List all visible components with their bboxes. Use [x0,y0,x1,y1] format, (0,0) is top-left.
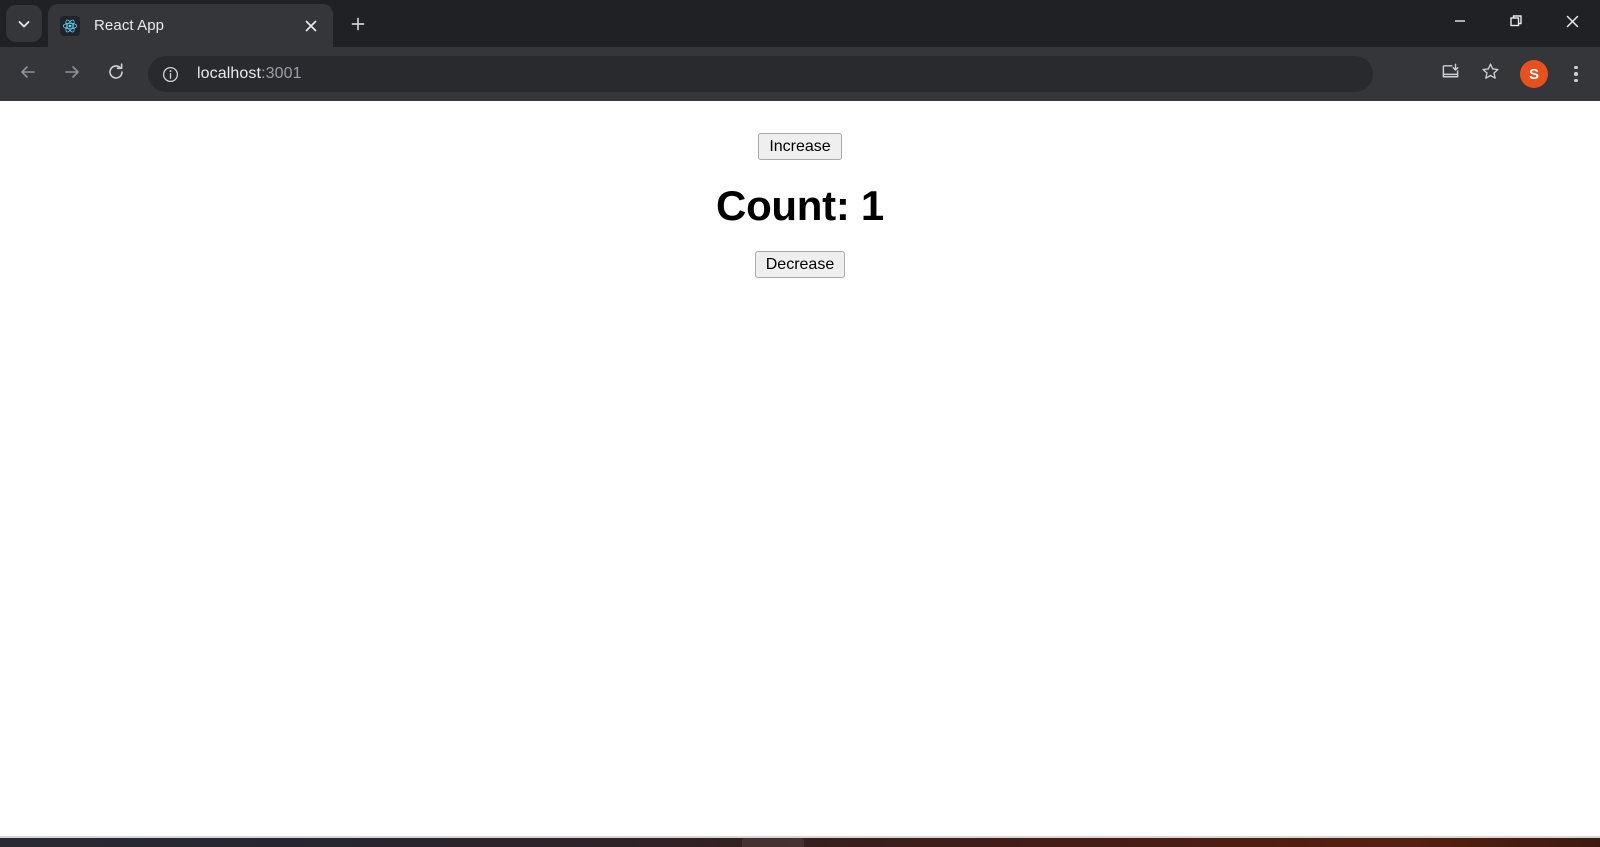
plus-icon [350,16,366,37]
minimize-icon [1453,14,1467,33]
os-taskbar [0,838,1600,847]
address-bar-text: localhost:3001 [197,65,302,83]
tab-close-button[interactable] [299,14,323,38]
close-icon [1565,14,1580,34]
minimize-button[interactable] [1432,0,1488,47]
tab-title: React App [94,17,165,34]
url-host: localhost [197,65,262,82]
address-bar[interactable]: localhost:3001 [148,56,1373,92]
close-button[interactable] [1544,0,1600,47]
arrow-left-icon [18,62,38,87]
decrease-button[interactable]: Decrease [754,251,846,278]
three-dot-menu-icon[interactable] [1560,56,1592,92]
reload-button[interactable] [98,56,134,92]
count-heading: Count: 1 [716,182,884,229]
chevron-down-icon [16,16,32,32]
back-button[interactable] [10,56,46,92]
restore-button[interactable] [1488,0,1544,47]
new-tab-button[interactable] [344,12,372,40]
forward-button[interactable] [54,56,90,92]
install-app-button[interactable] [1432,56,1468,92]
reload-icon [106,62,126,87]
window-controls [1432,0,1600,47]
increase-button[interactable]: Increase [758,133,842,160]
browser-toolbar: localhost:3001 S [0,47,1600,101]
star-icon [1481,62,1500,86]
restore-icon [1509,14,1523,33]
install-app-icon [1441,62,1460,86]
arrow-right-icon [62,62,82,87]
bookmark-button[interactable] [1472,56,1508,92]
info-circle-icon[interactable] [156,60,184,88]
browser-tab[interactable]: React App [48,4,333,47]
avatar[interactable]: S [1520,60,1548,88]
react-logo-icon [60,15,80,36]
tab-strip: React App [0,0,1600,47]
page-viewport: Increase Count: 1 Decrease [0,101,1600,838]
url-port: :3001 [261,65,302,82]
counter-app: Increase Count: 1 Decrease [0,101,1600,278]
taskbar-active-item[interactable] [742,838,804,847]
avatar-initial: S [1528,65,1539,83]
browser-window: React App localhost:3001 S Increase Coun… [0,0,1600,847]
toolbar-actions: S [1432,56,1592,92]
tab-search-button[interactable] [6,5,42,42]
